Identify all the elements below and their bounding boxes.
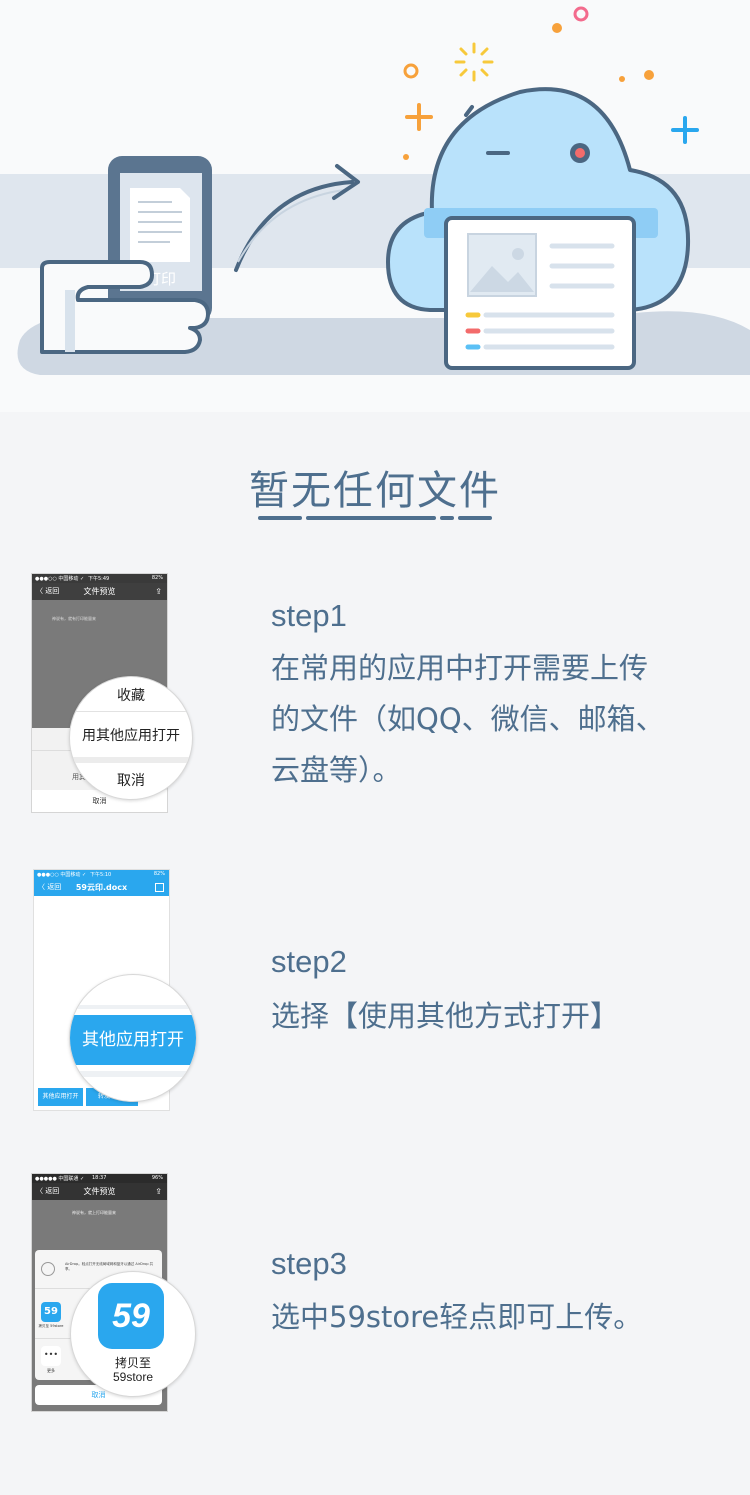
step1-description: 在常用的应用中打开需要上传 的文件（如QQ、微信、邮箱、 云盘等）。 [271, 643, 711, 796]
more-icon: ••• [41, 1346, 61, 1366]
step1-description-line: 的文件（如QQ、微信、邮箱、 [271, 702, 665, 736]
status-carrier: ●●●○○ 中国移动 ✓ [35, 576, 85, 582]
magnified-app-name: 59store [112, 1370, 154, 1384]
menu-item-open-with-other-app: 用其他应用打开 [82, 728, 180, 744]
status-battery: 96% [151, 1175, 163, 1181]
step1-label: step1 [271, 598, 347, 633]
magnified-app-label: 拷贝至 [114, 1356, 151, 1370]
status-battery: 82% [153, 871, 165, 877]
document-preview-text: 神说有，就有打印能量来 [52, 616, 96, 621]
nav-bar: 〈 返回 文件预览 ⇪ [32, 1183, 167, 1200]
status-time: 下午5:10 [90, 872, 112, 878]
step1-magnifier: 收藏 用其他应用打开 取消 [69, 676, 193, 800]
back-button: 〈 返回 [36, 1187, 60, 1195]
title-underline [458, 516, 492, 520]
menu-item-favorite: 收藏 [117, 688, 145, 704]
nav-title: 文件预览 [83, 587, 116, 596]
status-bar: ●●●○○ 中国移动 ✓ 下午5:10 82% [34, 870, 169, 879]
phone-icon [108, 156, 212, 322]
magnified-open-with-other-app-button: 其他应用打开 [70, 1015, 196, 1065]
decor-dot-icon [644, 70, 654, 80]
title-underline [440, 516, 454, 520]
decor-circle-icon [573, 6, 589, 22]
plus-icon [405, 103, 433, 131]
empty-state-title: 暂无任何文件 [249, 468, 501, 514]
status-time: 18:37 [92, 1175, 107, 1181]
menu-item-cancel: 取消 [117, 773, 145, 789]
share-icon: ⇪ [155, 587, 162, 596]
back-button: 〈 返回 [38, 883, 62, 891]
open-with-other-app-button: 其他应用打开 [38, 1088, 83, 1106]
status-time: 下午5:49 [88, 576, 110, 582]
status-bar: ●●●○○ 中国移动 ✓ 下午5:49 82% [32, 574, 167, 583]
phone-to-cloud-print-illustration: 打印 [0, 6, 750, 375]
plus-icon [671, 116, 699, 144]
hero-illustration: 打印 [0, 0, 750, 412]
app-59store-label: 拷贝至 59store [38, 1324, 64, 1328]
step1-description-line: 在常用的应用中打开需要上传 [271, 651, 649, 685]
more-label: 更多 [47, 1368, 55, 1373]
magnified-59store-icon: 59 [98, 1283, 164, 1349]
nav-bar: 〈 返回 文件预览 ⇪ [32, 583, 167, 600]
step2-description: 选择【使用其他方式打开】 [271, 991, 711, 1042]
step2-description-line: 选择【使用其他方式打开】 [271, 999, 620, 1033]
document-preview-text: 神说有，就上打印能量来 [72, 1210, 116, 1215]
step3-label: step3 [271, 1246, 347, 1281]
status-bar: ●●●●● 中国联通 ✓ 18:37 96% [32, 1174, 167, 1183]
decor-circle-icon [403, 63, 419, 79]
app-59store-icon: 59 [41, 1302, 61, 1322]
step2-label: step2 [271, 944, 347, 979]
status-carrier: ●●●●● 中国联通 ✓ [35, 1176, 85, 1182]
sparkle-icon [454, 42, 494, 82]
title-underline [258, 516, 302, 520]
step2-magnifier: 其他应用打开 [69, 974, 197, 1102]
title-underline [306, 516, 436, 520]
status-carrier: ●●●○○ 中国移动 ✓ [37, 872, 87, 878]
back-button: 〈 返回 [36, 587, 60, 595]
step3-magnifier: 59 拷贝至 59store [70, 1271, 196, 1397]
step3-description: 选中59store轻点即可上传。 [271, 1292, 711, 1343]
nav-title: 59云印.docx [75, 883, 128, 892]
airdrop-description: AirDrop。轻点打开无线局域网和蓝牙以通过 AirDrop 共享。 [65, 1262, 154, 1271]
decor-dot-icon [403, 154, 409, 160]
airdrop-icon [41, 1262, 55, 1276]
nav-title: 文件预览 [83, 1187, 116, 1196]
status-battery: 82% [151, 575, 163, 581]
nav-bar: 〈 返回 59云印.docx [34, 879, 169, 896]
menu-icon [155, 883, 164, 892]
step3-description-line: 选中59store轻点即可上传。 [271, 1300, 643, 1334]
step1-description-line: 云盘等）。 [271, 753, 402, 787]
decor-dot-icon [552, 23, 562, 33]
decor-dot-icon [619, 76, 625, 82]
share-icon: ⇪ [155, 1187, 162, 1196]
